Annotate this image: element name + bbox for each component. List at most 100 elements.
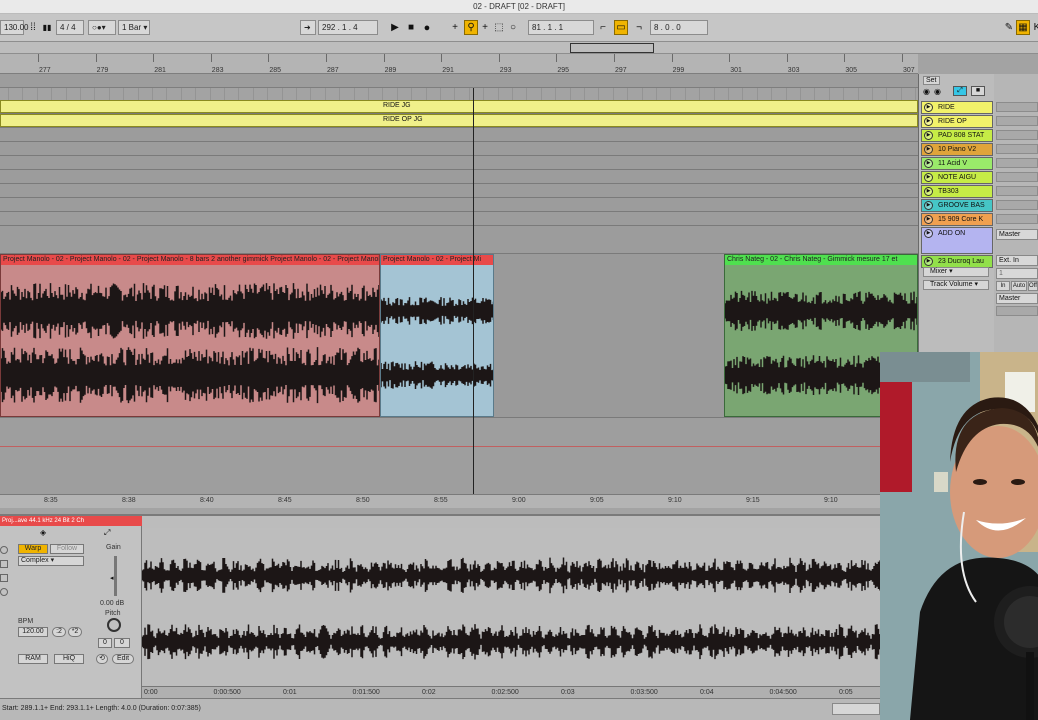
track-activator-icon[interactable]: ▶: [924, 257, 933, 266]
overdub-icon[interactable]: +: [448, 20, 462, 35]
sample-tab-icon[interactable]: ◈: [40, 528, 46, 537]
gain-slider[interactable]: [114, 556, 117, 596]
audio-clip-project-manolo[interactable]: Project Manolo - 02 - Project Manolo - 0…: [0, 254, 380, 417]
draw-mode-icon[interactable]: ✎: [1002, 20, 1016, 35]
track-activator-icon[interactable]: ▶: [924, 145, 933, 154]
tempo-field[interactable]: 130.00: [0, 20, 28, 35]
track-header[interactable]: ▶ RIDE: [921, 101, 993, 114]
track-lane-ride[interactable]: RIDE JG: [0, 100, 918, 114]
loop-brace-bar[interactable]: [0, 74, 918, 88]
clip-activator-icon[interactable]: [0, 546, 8, 554]
expand-icon[interactable]: ⤢: [104, 528, 110, 538]
bpm-field[interactable]: 120.00: [18, 627, 48, 637]
automation-mode-icon[interactable]: ⤢: [953, 86, 967, 96]
ram-button[interactable]: RAM: [18, 654, 48, 664]
track-activator-icon[interactable]: ▶: [924, 215, 933, 224]
overview-viewport[interactable]: [570, 43, 654, 53]
beat-time-ruler[interactable]: 277 279 281 283 285 287 289 291 293 295 297 299 301 3…: [0, 54, 918, 74]
track-lane-ducroq[interactable]: Project Manolo - 02 - Project Manolo - 0…: [0, 254, 918, 418]
time-ruler[interactable]: 8:35 8:38 8:40 8:45 8:50 8:55 9:00 9:05 9:10 9:15…: [0, 494, 918, 508]
automation-device-select[interactable]: Mixer ▾: [923, 267, 989, 277]
gain-handle-icon[interactable]: ◂: [110, 574, 114, 582]
follow-button[interactable]: Follow: [50, 544, 84, 554]
track-lane-add-on[interactable]: [0, 226, 918, 254]
track-lane-pad[interactable]: [0, 128, 918, 142]
playhead[interactable]: [473, 88, 474, 494]
track-header[interactable]: ▶ TB303: [921, 185, 993, 198]
track-header[interactable]: ▶ ADD ON: [921, 227, 993, 254]
track-header[interactable]: ▶ RIDE OP: [921, 115, 993, 128]
play-icon[interactable]: ▶: [388, 20, 402, 35]
transpose-knob[interactable]: [107, 618, 121, 632]
input-channel-select[interactable]: 1: [996, 268, 1038, 279]
edit-button[interactable]: Edit: [112, 654, 134, 664]
reenable-automation-icon[interactable]: +: [478, 20, 492, 35]
audio-clip-project-manolo-2[interactable]: Project Manolo - 02 - Project Mi: [380, 254, 494, 417]
nudge-icon[interactable]: ▮▮: [40, 20, 54, 35]
capture-icon[interactable]: ⬚: [492, 20, 506, 35]
punch-out-icon[interactable]: ¬: [632, 20, 646, 35]
track-lane-ride-op[interactable]: RIDE OP JG: [0, 114, 918, 128]
loop-start-field[interactable]: 81 . 1 . 1: [528, 20, 594, 35]
track-header[interactable]: ▶ 15 909 Core K: [921, 213, 993, 226]
track-lane-909[interactable]: [0, 212, 918, 226]
track-lane-acid[interactable]: [0, 156, 918, 170]
detune-value[interactable]: 0: [114, 638, 130, 648]
track-header[interactable]: ▶ 10 Piano V2: [921, 143, 993, 156]
key-map-icon[interactable]: K: [1030, 20, 1038, 35]
computer-midi-keyboard-icon[interactable]: ▦: [1016, 20, 1030, 35]
track-activator-icon[interactable]: ▶: [924, 187, 933, 196]
arrangement-overview[interactable]: [0, 42, 1038, 54]
clip-launch-icon[interactable]: [0, 574, 8, 582]
track-activator-icon[interactable]: ▶: [924, 201, 933, 210]
clip-color-icon[interactable]: [0, 560, 8, 568]
automation-arm-icon[interactable]: ⚲: [464, 20, 478, 35]
track-activator-icon[interactable]: ▶: [924, 117, 933, 126]
automation-line[interactable]: [0, 446, 918, 447]
empty-track-area[interactable]: [0, 418, 918, 494]
loop-length-field[interactable]: 8 . 0 . 0: [650, 20, 708, 35]
track-activator-icon[interactable]: ▶: [924, 131, 933, 140]
automation-parameter-select[interactable]: Track Volume ▾: [923, 280, 989, 290]
clip-loop-icon[interactable]: [0, 588, 8, 596]
track-activator-icon[interactable]: ▶: [924, 173, 933, 182]
arrangement-view[interactable]: RIDE JG RIDE OP JG Project Manolo - 02 -…: [0, 88, 918, 494]
monitor-auto-button[interactable]: Auto: [1011, 281, 1027, 291]
record-icon[interactable]: ●: [420, 20, 434, 35]
input-type-select[interactable]: Ext. In: [996, 255, 1038, 266]
track-lane-groove-bass[interactable]: [0, 198, 918, 212]
camera-icon[interactable]: ■: [971, 86, 985, 96]
transpose-value[interactable]: 0: [98, 638, 112, 648]
session-record-icon[interactable]: ○: [506, 20, 520, 35]
stop-icon[interactable]: ■: [404, 20, 418, 35]
song-position-field[interactable]: 292 . 1 . 4: [318, 20, 378, 35]
track-header[interactable]: ▶ NOTE AIGU: [921, 171, 993, 184]
output-master-select[interactable]: Master: [996, 229, 1038, 240]
track-header[interactable]: ▶ GROOVE BAS: [921, 199, 993, 212]
halve-tempo-button[interactable]: :2: [52, 627, 66, 637]
track-lane-tb303[interactable]: [0, 184, 918, 198]
warp-mode-select[interactable]: Complex ▾: [18, 556, 84, 566]
loop-sync-icon[interactable]: ⟲: [96, 654, 108, 664]
track-header[interactable]: ▶ PAD 808 STAT: [921, 129, 993, 142]
track-header[interactable]: ▶ 11 Acid V: [921, 157, 993, 170]
output-master-select-2[interactable]: Master: [996, 293, 1038, 304]
track-activator-icon[interactable]: ▶: [924, 159, 933, 168]
track-lane-note-aigu[interactable]: [0, 170, 918, 184]
monitor-in-button[interactable]: In: [996, 281, 1010, 291]
midi-clip-ride-op[interactable]: RIDE OP JG: [0, 114, 918, 127]
track-activator-icon[interactable]: ▶: [924, 229, 933, 238]
warp-button[interactable]: Warp: [18, 544, 48, 554]
punch-in-icon[interactable]: ⌐: [596, 20, 610, 35]
metronome-toggle[interactable]: ○●▾: [88, 20, 116, 35]
midi-clip-ride[interactable]: RIDE JG: [0, 100, 918, 113]
loop-switch-icon[interactable]: ▭: [614, 20, 628, 35]
quantize-select[interactable]: 1 Bar ▾: [118, 20, 150, 35]
follow-icon[interactable]: ➜: [300, 20, 316, 35]
tap-tempo-icon[interactable]: ⁞⁞: [26, 20, 40, 35]
scroll-forward-icon[interactable]: ◉: [934, 87, 941, 96]
meter-field[interactable]: 4 / 4: [56, 20, 84, 35]
track-activator-icon[interactable]: ▶: [924, 103, 933, 112]
monitor-off-button[interactable]: Off: [1028, 281, 1038, 291]
track-lane-piano[interactable]: [0, 142, 918, 156]
